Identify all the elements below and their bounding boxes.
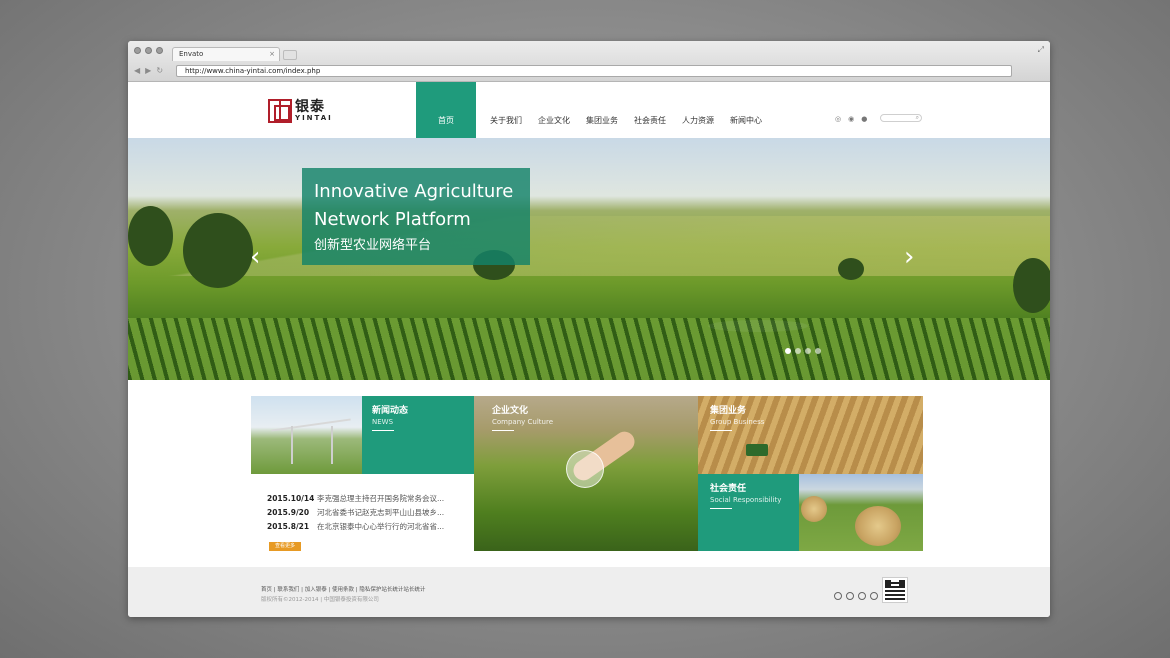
nav-news[interactable]: 新闻中心	[722, 82, 770, 138]
nav-social[interactable]: 社会责任	[626, 82, 674, 138]
slider-dot[interactable]	[805, 348, 811, 354]
nav-culture[interactable]: 企业文化	[530, 82, 578, 138]
minimize-window-button[interactable]	[145, 47, 152, 54]
new-tab-button[interactable]	[283, 50, 297, 60]
slider-dot[interactable]	[795, 348, 801, 354]
hero-tree	[128, 206, 173, 266]
reload-icon[interactable]: ↻	[156, 66, 163, 75]
wechat-icon[interactable]: ◉	[848, 115, 854, 123]
logo-cn: 银泰	[295, 99, 325, 115]
main-nav: 首页 关于我们 企业文化 集团业务 社会责任 人力资源 新闻中心	[416, 82, 770, 138]
qq-icon[interactable]: ●	[861, 115, 867, 123]
slider-dot[interactable]	[815, 348, 821, 354]
weibo-icon[interactable]: ◎	[835, 115, 841, 123]
hero-title-line2: Network Platform	[314, 209, 471, 230]
hero-title-cn: 创新型农业网络平台	[314, 238, 432, 253]
window-controls	[134, 47, 163, 54]
address-bar[interactable]: http://www.china-yintai.com/index.php	[176, 65, 1012, 77]
site-logo[interactable]: 银泰 YINTAI	[268, 99, 333, 123]
hero-tree	[1013, 258, 1050, 313]
hero-tree	[838, 258, 864, 280]
browser-tab[interactable]: Envato ×	[172, 47, 280, 61]
nav-home[interactable]: 首页	[416, 82, 476, 138]
search-icon[interactable]: ⌕	[916, 114, 919, 121]
logo-en: YINTAI	[295, 114, 333, 122]
hero-title-line1: Innovative Agriculture	[314, 181, 514, 202]
back-icon[interactable]: ◀	[134, 66, 140, 75]
tab-close-icon[interactable]: ×	[269, 48, 275, 61]
social-icons: ◎ ◉ ●	[835, 115, 867, 123]
slider-next-icon[interactable]: ›	[904, 244, 914, 270]
logo-mark-icon	[268, 99, 292, 123]
fullscreen-icon[interactable]: ⤢	[1038, 45, 1044, 55]
search-input[interactable]: ⌕	[880, 114, 922, 122]
slider-dots	[785, 348, 821, 354]
browser-nav: ◀ ▶ ↻	[134, 66, 163, 75]
maximize-window-button[interactable]	[156, 47, 163, 54]
browser-chrome: Envato × ⤢ ◀ ▶ ↻ http://www.china-yintai…	[128, 41, 1050, 82]
hero-crop-rows	[128, 318, 1050, 380]
nav-business[interactable]: 集团业务	[578, 82, 626, 138]
nav-about[interactable]: 关于我们	[482, 82, 530, 138]
browser-window: Envato × ⤢ ◀ ▶ ↻ http://www.china-yintai…	[128, 41, 1050, 617]
nav-hr[interactable]: 人力资源	[674, 82, 722, 138]
hero-caption: Innovative Agriculture Network Platform …	[302, 168, 530, 265]
slider-dot[interactable]	[785, 348, 791, 354]
slider-prev-icon[interactable]: ‹	[250, 244, 260, 270]
tab-title: Envato	[179, 50, 204, 58]
hero-banner: Innovative Agriculture Network Platform …	[128, 138, 1050, 380]
hero-tree	[183, 213, 253, 288]
close-window-button[interactable]	[134, 47, 141, 54]
forward-icon[interactable]: ▶	[145, 66, 151, 75]
site-header: 银泰 YINTAI 首页 关于我们 企业文化 集团业务 社会责任 人力资源 新闻…	[128, 82, 1050, 138]
